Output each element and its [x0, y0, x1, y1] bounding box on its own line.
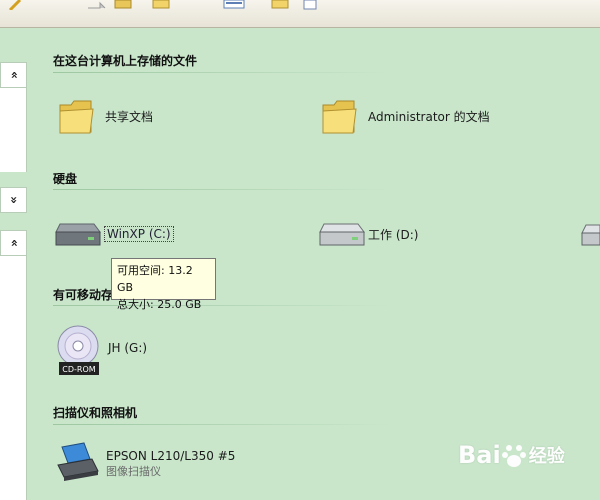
item-label: 工作 (D:): [368, 227, 419, 242]
forward-arrow-icon[interactable]: [86, 0, 106, 10]
collapse-up-button-2[interactable]: »: [0, 230, 27, 256]
task-pane-panel-2: [0, 256, 27, 500]
hard-drive-icon: [55, 223, 101, 246]
administrator-documents-item[interactable]: Administrator 的文档: [321, 96, 490, 136]
edit-icon[interactable]: [8, 0, 24, 10]
item-label: Administrator 的文档: [368, 109, 490, 124]
watermark-text-jingyan: 经验: [528, 446, 565, 467]
task-pane: » » »: [0, 28, 28, 500]
scanner-icon: [57, 442, 99, 481]
baidu-watermark: Bai 经验: [458, 441, 565, 469]
scanner-item[interactable]: EPSON L210/L350 #5 图像扫描仪: [54, 441, 235, 487]
folders-icon[interactable]: [151, 0, 171, 10]
search-folder-icon[interactable]: [113, 0, 133, 10]
chevron-down-icon: »: [6, 196, 21, 204]
chevron-up-icon: »: [6, 71, 21, 79]
task-pane-panel: [0, 88, 27, 172]
properties-icon[interactable]: [302, 0, 318, 10]
folder-icon: [322, 100, 357, 134]
cd-drive-g-item[interactable]: CD-ROM JH (G:): [56, 324, 147, 376]
drive-space-tooltip: 可用空间: 13.2 GB 总大小: 25.0 GB: [111, 258, 216, 311]
drive-d-item[interactable]: 工作 (D:): [318, 220, 418, 248]
toolbar: [0, 0, 600, 28]
views-icon[interactable]: [223, 0, 245, 10]
cd-rom-icon-text: CD-ROM: [62, 365, 95, 374]
section-divider: [53, 72, 393, 73]
watermark-text-bai: Bai: [458, 441, 501, 469]
item-sublabel: 图像扫描仪: [106, 465, 161, 478]
item-label: JH (G:): [108, 341, 148, 355]
collapse-up-button[interactable]: »: [0, 62, 27, 88]
section-divider: [53, 424, 393, 425]
section-divider: [53, 189, 393, 190]
expand-down-button[interactable]: »: [0, 187, 27, 213]
hard-drive-icon: [319, 223, 365, 246]
tooltip-free-space: 可用空间: 13.2 GB: [117, 264, 193, 294]
item-label: 共享文档: [105, 109, 154, 124]
tooltip-total-size: 总大小: 25.0 GB: [117, 298, 202, 311]
drive-c-item[interactable]: WinXP (C:): [54, 220, 174, 248]
section-title-stored-files: 在这台计算机上存储的文件: [53, 54, 198, 68]
item-label: EPSON L210/L350 #5: [106, 449, 236, 463]
item-label: WinXP (C:): [104, 226, 174, 242]
section-title-removable: 有可移动存: [53, 288, 114, 302]
section-divider: [53, 305, 393, 306]
section-title-scanners: 扫描仪和照相机: [53, 406, 138, 420]
hard-drive-icon[interactable]: [580, 222, 600, 248]
folder-icon[interactable]: [270, 0, 290, 10]
shared-documents-item[interactable]: 共享文档: [58, 96, 153, 136]
section-title-hard-drives: 硬盘: [53, 172, 78, 186]
cd-rom-icon: CD-ROM: [57, 325, 99, 375]
chevron-up-icon: »: [6, 239, 21, 247]
paw-icon: [501, 445, 526, 467]
folder-icon: [59, 100, 94, 134]
